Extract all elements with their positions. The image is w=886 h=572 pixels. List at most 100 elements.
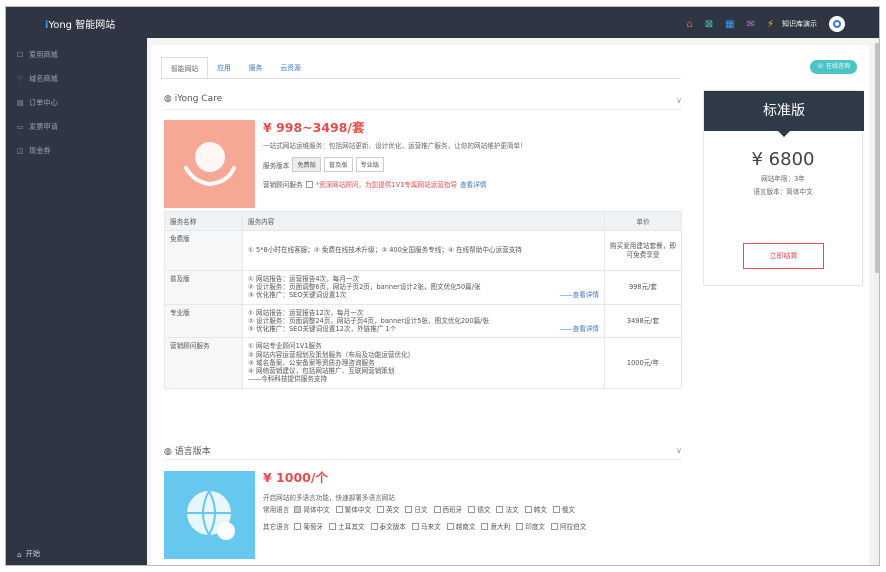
plan-title: 标准版 (704, 91, 864, 137)
online-consult-button[interactable]: ☏ 在线咨询 (809, 60, 857, 74)
language-checkbox[interactable] (405, 505, 413, 513)
language-option[interactable]: 土耳其文 (329, 521, 365, 531)
language-option[interactable]: 葡萄牙 (294, 521, 323, 531)
scrollbar-thumb[interactable] (875, 43, 879, 273)
home-icon[interactable]: ⌂ (686, 19, 692, 30)
sidebar-item-coupon[interactable]: ◫ 现金券 (6, 139, 147, 163)
language-option[interactable]: 西班牙 (433, 504, 462, 514)
user-name[interactable]: 知识库演示 (782, 19, 817, 29)
plan-card: 标准版 ¥ 6800 网站年限：3年 语言版本：简体中文 立即结算 (703, 90, 864, 286)
language-checkbox[interactable] (294, 522, 302, 530)
tab-smart-site[interactable]: 智能网站 (161, 57, 209, 79)
service-table: 服务名称 服务内容 单价 免费版 ① 5*8小时在线客服；② 免费在线技术升级；… (164, 211, 682, 389)
language-option[interactable]: 法文 (496, 504, 519, 514)
language-checkbox[interactable] (370, 522, 378, 530)
invoice-icon: ▭ (17, 123, 24, 131)
consult-option: 营销顾问服务 *资深网站顾问，为您提供1V1专属网站运营指导 查看详情 (263, 179, 487, 189)
language-checkbox[interactable] (468, 505, 476, 513)
checkout-button[interactable]: 立即结算 (743, 243, 824, 269)
version-pro-button[interactable]: 专业版 (355, 157, 385, 172)
language-option[interactable]: 泰文版本 (370, 521, 406, 531)
section-icon: ◍ (164, 94, 175, 104)
tab-services[interactable]: 服务 (240, 57, 272, 79)
top-icons: ⌂ ⊠ ▦ ✉ ⚡ 知识库演示 (686, 16, 845, 32)
chevron-down-icon[interactable]: ∨ (676, 96, 682, 105)
sidebar-item-invoice[interactable]: ▭ 发票申请 (6, 115, 147, 139)
consult-detail-link[interactable]: 查看详情 (460, 179, 486, 189)
language-checkbox[interactable] (552, 505, 560, 513)
language-checkbox[interactable] (551, 522, 559, 530)
language-option[interactable]: 繁体中文 (335, 504, 371, 514)
start-button[interactable]: ⌂ 开始 (17, 549, 40, 559)
version-selector: 服务版本 免费版 普及版 专业版 (263, 157, 385, 172)
lang-description: 开启网站的多语言功能，快速部署多语言网站 (263, 494, 395, 502)
table-row: 免费版 ① 5*8小时在线客服；② 免费在线技术升级；③ 400全国服务专线；④… (164, 230, 682, 271)
language-option[interactable]: 俄文 (552, 504, 575, 514)
content-panel: 智能网站 应用 服务 云资源 ☏ 在线咨询 ◍ iYong Care ∨ ¥ 99… (151, 45, 869, 565)
home-icon: ⌂ (17, 549, 22, 559)
language-option[interactable]: 意大利 (481, 521, 510, 531)
language-option[interactable]: 印度文 (516, 521, 545, 531)
language-checkbox[interactable] (377, 505, 385, 513)
language-checkbox[interactable] (335, 505, 343, 513)
version-basic-button[interactable]: 普及版 (323, 157, 353, 172)
diamond-icon: ♡ (17, 75, 24, 83)
language-option[interactable]: 阿拉伯文 (551, 521, 586, 531)
language-checkbox[interactable] (516, 522, 524, 530)
tab-divider (161, 78, 681, 79)
other-language-list: 其它语言 葡萄牙 土耳其文 泰文版本 马来文 越南文 意大利 印度文 阿拉伯文 (263, 521, 587, 531)
lightning-icon[interactable]: ⚡ (767, 19, 774, 30)
table-row: 专业版 ① 网站报告：运营报告12次，每月一次 ② 设计服务：页面调整24页，网… (164, 303, 682, 339)
chart-icon[interactable]: ⊠ (705, 19, 713, 30)
language-checkbox[interactable] (329, 522, 337, 530)
building-icon[interactable]: ▦ (725, 19, 734, 30)
language-option[interactable]: 日文 (405, 504, 428, 514)
language-option[interactable]: 越南文 (446, 521, 475, 531)
section-icon: ◍ (164, 447, 175, 457)
care-product-image (164, 120, 255, 208)
language-checkbox[interactable] (294, 505, 302, 513)
language-option[interactable]: 马来文 (411, 521, 441, 531)
main-area: 智能网站 应用 服务 云资源 ☏ 在线咨询 ◍ iYong Care ∨ ¥ 99… (147, 38, 879, 565)
sidebar-item-domain[interactable]: ♡ 域名商城 (6, 67, 147, 91)
chevron-down-icon[interactable]: ∨ (676, 446, 682, 455)
tab-apps[interactable]: 应用 (208, 57, 240, 79)
language-checkbox[interactable] (481, 522, 489, 530)
language-option[interactable]: 韩文 (524, 504, 547, 514)
tab-cloud[interactable]: 云资源 (271, 57, 309, 79)
app-logo[interactable]: iYong 智能网站 (45, 16, 115, 31)
detail-link[interactable]: ——查看详情 (559, 325, 599, 333)
cart-icon: ☐ (17, 51, 24, 59)
coupon-icon: ◫ (17, 147, 24, 155)
common-language-list: 常用语言 简体中文 繁体中文 英文 日文 西班牙 德文 法文 韩文 俄文 (263, 504, 576, 514)
sidebar: ☐ 爱用商城 ♡ 域名商城 ▤ 订单中心 ▭ 发票申请 ◫ 现金券 ⌂ 开始 (6, 38, 147, 565)
version-free-button[interactable]: 免费版 (292, 157, 321, 172)
consult-checkbox[interactable] (305, 180, 313, 188)
language-checkbox[interactable] (496, 505, 504, 513)
care-price: ¥ 998~3498/套 (263, 120, 365, 135)
hand-globe-icon (184, 142, 236, 187)
top-bar: iYong 智能网站 ⌂ ⊠ ▦ ✉ ⚡ 知识库演示 (6, 7, 879, 38)
col-header-content: 服务内容 (242, 211, 605, 231)
sidebar-item-mall[interactable]: ☐ 爱用商城 (6, 43, 147, 67)
language-option[interactable]: 简体中文 (294, 504, 330, 514)
lang-product-image (164, 471, 255, 559)
lang-section-header[interactable]: ◍ 语言版本 ∨ (164, 444, 682, 460)
language-checkbox[interactable] (433, 505, 441, 513)
app-window: iYong 智能网站 ⌂ ⊠ ▦ ✉ ⚡ 知识库演示 ☐ 爱用商城 ♡ 域名商城 ▤… (5, 6, 880, 566)
scrollbar[interactable] (874, 38, 879, 565)
language-option[interactable]: 英文 (377, 504, 399, 514)
mail-icon[interactable]: ✉ (747, 19, 755, 30)
table-row: 普及版 ① 网站报告：运营报告4次，每月一次 ② 设计服务：页面调整6页，网站子… (164, 270, 682, 305)
language-option[interactable]: 德文 (468, 504, 490, 514)
language-checkbox[interactable] (411, 522, 419, 530)
plan-language: 语言版本：简体中文 (753, 188, 813, 196)
language-checkbox[interactable] (446, 522, 454, 530)
detail-link[interactable]: ——查看详情 (559, 291, 599, 299)
language-checkbox[interactable] (524, 505, 532, 513)
sidebar-item-orders[interactable]: ▤ 订单中心 (6, 91, 147, 115)
lang-price: ¥ 1000/个 (263, 470, 328, 485)
avatar[interactable] (829, 16, 845, 32)
care-section-header[interactable]: ◍ iYong Care ∨ (164, 94, 682, 110)
table-row: 营销顾问服务 ① 网站专业顾问1V1服务 ② 网站内容运营规划及策划服务（布局及… (164, 337, 682, 389)
